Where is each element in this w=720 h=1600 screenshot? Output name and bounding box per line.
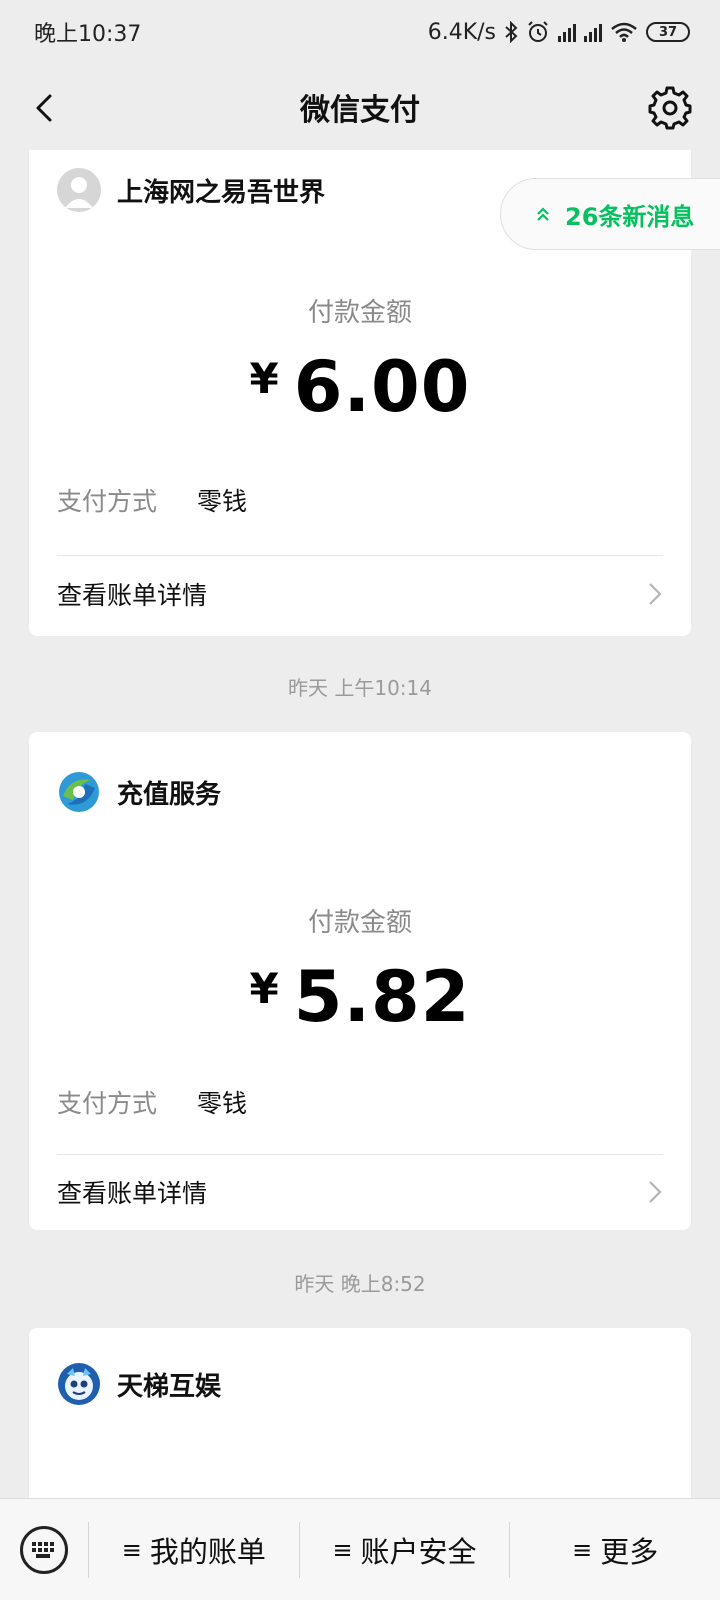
default-avatar-icon [57,168,101,212]
payment-amount: ¥6.00 [29,346,691,428]
alarm-icon [528,21,548,42]
menu-label: 更多 [600,1534,659,1569]
battery-level: 37 [658,24,678,40]
currency-symbol: ¥ [249,354,280,403]
nav-bar: 微信支付 [0,64,720,150]
status-time: 晚上10:37 [34,22,142,47]
payment-amount: ¥5.82 [29,956,691,1038]
amount-value: 5.82 [293,956,471,1038]
amount-label: 付款金额 [307,298,412,328]
bottom-menu-bar: ≡ 我的账单 ≡ 账户安全 ≡ 更多 [0,1498,720,1600]
merchant-name: 上海网之易吾世界 [117,177,326,208]
menu-list-icon: ≡ [572,1535,593,1564]
merchant-header[interactable]: 充值服务 [57,770,221,814]
battery-icon: 37 [646,22,690,42]
menu-list-icon: ≡ [121,1535,142,1564]
amount-label: 付款金额 [307,908,412,938]
pay-method-row: 支付方式 零钱 [57,482,247,518]
message-timestamp: 昨天 上午10:14 [288,676,432,700]
merchant-name: 充值服务 [117,779,222,810]
menu-label: 账户安全 [360,1534,477,1569]
recharge-service-logo [57,770,101,814]
message-timestamp: 昨天 晚上8:52 [294,1272,426,1296]
menu-account-security[interactable]: ≡ 账户安全 [300,1499,510,1600]
pay-method-label: 支付方式 [57,1089,158,1118]
payment-card[interactable]: 天梯互娱 [29,1328,691,1498]
signal-hd-icon [558,22,576,42]
tianti-logo [57,1362,101,1406]
gear-icon[interactable] [648,86,692,130]
new-messages-button[interactable]: 26条新消息 [500,178,720,250]
bluetooth-icon [505,21,518,43]
divider [57,1154,663,1155]
merchant-header[interactable]: 上海网之易吾世界 [57,168,325,212]
view-bill-detail-link[interactable]: 查看账单详情 [57,564,663,624]
new-messages-label: 26条新消息 [565,202,695,231]
pay-method-value: 零钱 [197,1089,248,1118]
chevron-left-icon[interactable] [26,88,66,128]
pay-method-value: 零钱 [197,487,248,516]
chevron-right-icon [649,1181,662,1203]
amount-value: 6.00 [293,346,471,428]
double-chevron-up-icon [537,207,549,221]
chevron-right-icon [649,583,662,605]
menu-list-icon: ≡ [332,1535,353,1564]
payment-card[interactable]: 充值服务 付款金额 ¥5.82 支付方式 零钱 查看账单详情 [29,732,691,1230]
currency-symbol: ¥ [249,964,280,1013]
signal-hd-icon [584,22,602,42]
status-bar: 晚上10:37 6.4K/s 37 [0,0,720,64]
wifi-icon [611,22,637,42]
menu-my-bills[interactable]: ≡ 我的账单 [89,1499,299,1600]
status-icons: 6.4K/s 37 [428,20,690,45]
merchant-name: 天梯互娱 [117,1371,222,1402]
pay-method-label: 支付方式 [57,487,158,516]
view-bill-detail-link[interactable]: 查看账单详情 [57,1162,663,1222]
pay-method-row: 支付方式 零钱 [57,1084,247,1120]
divider [57,555,663,556]
merchant-header[interactable]: 天梯互娱 [57,1362,221,1406]
page-title: 微信支付 [300,93,420,128]
network-speed: 6.4K/s [427,19,496,45]
view-bill-detail-label: 查看账单详情 [57,581,208,610]
message-list[interactable]: 上海网之易吾世界 付款金额 ¥6.00 支付方式 零钱 查看账单详情 昨天 上午… [0,150,720,1498]
menu-label: 我的账单 [149,1534,266,1569]
keyboard-icon [20,1525,68,1574]
view-bill-detail-label: 查看账单详情 [57,1179,208,1208]
menu-more[interactable]: ≡ 更多 [510,1499,720,1600]
keyboard-toggle-button[interactable] [0,1499,88,1600]
